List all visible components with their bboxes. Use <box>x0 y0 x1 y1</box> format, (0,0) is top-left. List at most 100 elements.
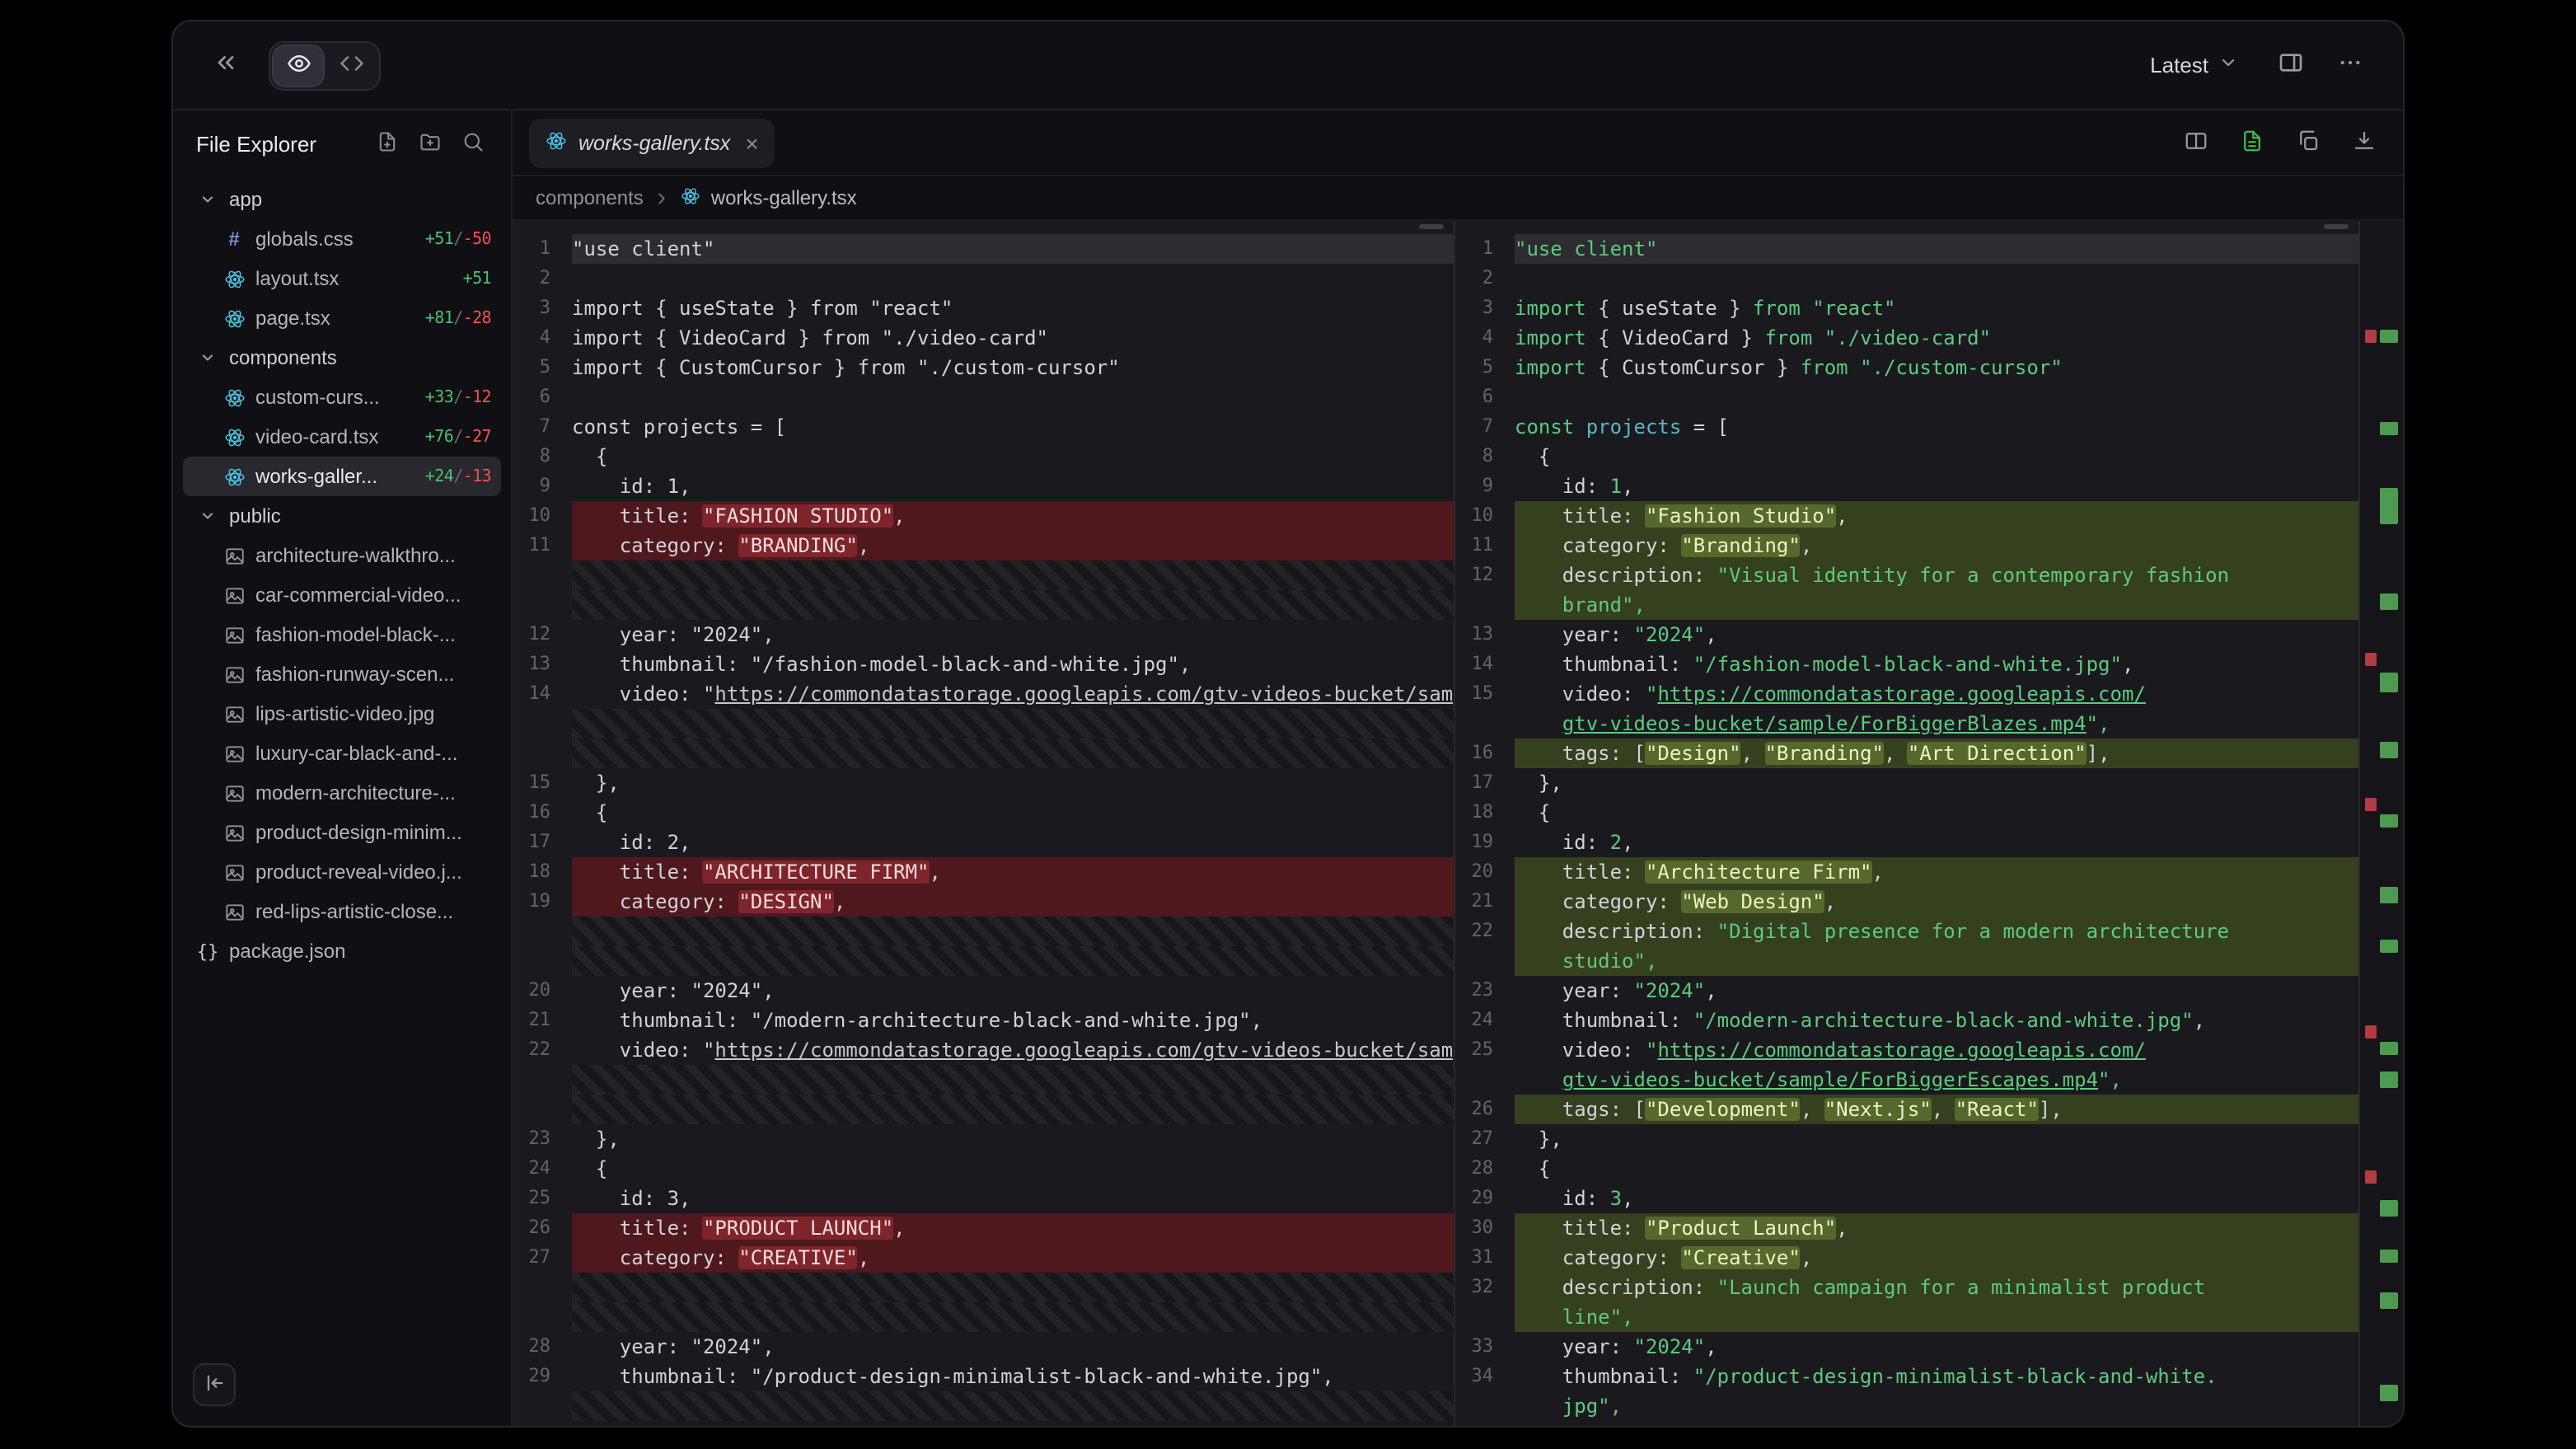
file-custom-curs[interactable]: custom-curs...+33/-12 <box>183 377 501 417</box>
panel-layout-button[interactable] <box>2268 42 2314 88</box>
line-number: 24 <box>513 1154 572 1184</box>
preview-mode-button[interactable] <box>274 45 323 85</box>
search-button[interactable] <box>455 125 491 162</box>
file-fashion-runway-scen[interactable]: fashion-runway-scen... <box>183 654 501 694</box>
collapse-panel-button[interactable] <box>203 42 249 88</box>
close-icon[interactable]: × <box>745 131 758 154</box>
breadcrumb-file[interactable]: works-gallery.tsx <box>711 186 857 209</box>
line-number: 18 <box>1455 798 1515 828</box>
file-fashion-model-black-[interactable]: fashion-model-black-... <box>183 615 501 654</box>
tab-label: works-gallery.tsx <box>578 131 730 154</box>
scrollbar-thumb[interactable] <box>1419 224 1444 229</box>
tree-item-label: works-galler... <box>255 465 415 488</box>
copy-button[interactable] <box>2284 120 2330 166</box>
tab-bar: works-gallery.tsx × <box>513 110 2403 176</box>
code-line: id: 1, <box>572 471 1454 501</box>
code-row: 4import { VideoCard } from "./video-card… <box>1455 323 2358 353</box>
file-works-galler[interactable]: works-galler... +24/-13 <box>183 457 501 496</box>
code-line: thumbnail: "/product-design-minimalist-b… <box>572 1362 1454 1391</box>
new-file-button[interactable] <box>369 125 405 162</box>
code-row: 23 }, <box>513 1124 1454 1154</box>
file-globals.css[interactable]: #globals.css+51/-50 <box>183 219 501 259</box>
line-number: 25 <box>513 1184 572 1213</box>
diff-gap-row <box>513 1391 1454 1421</box>
image-icon <box>222 861 246 883</box>
ellipsis-icon <box>2337 49 2363 81</box>
toolbar-right-group: Latest <box>2150 42 2373 88</box>
file-product-design-minim[interactable]: product-design-minim... <box>183 813 501 852</box>
file-architecture-walkthro[interactable]: architecture-walkthro... <box>183 536 501 575</box>
line-number <box>513 1273 572 1302</box>
react-icon <box>222 426 246 448</box>
code-row: 26 title: "PRODUCT LAUNCH", <box>513 1213 1454 1243</box>
folder-components[interactable]: components <box>183 338 501 377</box>
code-line: category: "Branding", <box>1515 531 2358 560</box>
file-product-reveal-video.j[interactable]: product-reveal-video.j... <box>183 852 501 892</box>
file-layout.tsx[interactable]: layout.tsx+51 <box>183 259 501 298</box>
diff-stats: +24/-13 <box>425 467 491 485</box>
code-line: id: 2, <box>1515 828 2358 857</box>
line-number: 10 <box>513 501 572 531</box>
app-window: Latest <box>171 20 2405 1428</box>
new-folder-button[interactable] <box>412 125 448 162</box>
code-line <box>572 1302 1454 1332</box>
code-row: 7const projects = [ <box>1455 412 2358 442</box>
chevron-down-icon <box>196 508 219 524</box>
more-options-button[interactable] <box>2327 42 2373 88</box>
breadcrumb-folder[interactable]: components <box>536 186 644 209</box>
file-car-commercial-video[interactable]: car-commercial-video... <box>183 575 501 615</box>
diff-modified-pane[interactable]: 1"use client"23import { useState } from … <box>1455 221 2360 1426</box>
code-row: 2 <box>513 264 1454 293</box>
image-icon <box>222 822 246 843</box>
hash-icon: # <box>222 227 246 251</box>
code-line <box>572 946 1454 976</box>
minimap[interactable] <box>2360 221 2403 1426</box>
folder-app[interactable]: app <box>183 180 501 219</box>
line-number: 23 <box>1455 976 1515 1006</box>
code-row: 13 thumbnail: "/fashion-model-black-and-… <box>513 649 1454 679</box>
line-number: 13 <box>513 649 572 679</box>
line-number: 27 <box>1455 1124 1515 1154</box>
diff-original-pane[interactable]: 1"use client"23import { useState } from … <box>513 221 1455 1426</box>
code-row: 1"use client" <box>1455 234 2358 264</box>
file-package.json[interactable]: {}package.json <box>183 931 501 971</box>
line-number: 28 <box>513 1332 572 1362</box>
code-line: const projects = [ <box>572 412 1454 442</box>
file-red-lips-artistic-close[interactable]: red-lips-artistic-close... <box>183 892 501 931</box>
code-row: 1"use client" <box>513 234 1454 264</box>
file-modern-architecture-[interactable]: modern-architecture-... <box>183 773 501 813</box>
line-number: 3 <box>513 293 572 323</box>
line-number: 31 <box>1455 1243 1515 1273</box>
line-number: 1 <box>513 234 572 264</box>
code-row: 24 thumbnail: "/modern-architecture-blac… <box>1455 1006 2358 1035</box>
code-mode-button[interactable] <box>326 45 376 85</box>
line-number: 29 <box>513 1362 572 1391</box>
line-number: 17 <box>513 828 572 857</box>
code-line: title: "PRODUCT LAUNCH", <box>572 1213 1454 1243</box>
folder-public[interactable]: public <box>183 496 501 536</box>
split-view-button[interactable] <box>2172 120 2218 166</box>
file-diff-button[interactable] <box>2228 120 2274 166</box>
tab-actions <box>2172 120 2386 166</box>
minimap-add-mark <box>2380 1042 2398 1055</box>
code-line: thumbnail: "/modern-architecture-black-a… <box>1515 1006 2358 1035</box>
code-row: 11 category: "BRANDING", <box>513 531 1454 560</box>
code-line <box>572 560 1454 590</box>
version-dropdown[interactable]: Latest <box>2150 53 2238 77</box>
download-icon <box>2351 128 2376 157</box>
file-page.tsx[interactable]: page.tsx+81/-28 <box>183 298 501 338</box>
eye-icon <box>286 50 311 80</box>
diff-stats: +33/-12 <box>425 388 491 406</box>
file-video-card.tsx[interactable]: video-card.tsx+76/-27 <box>183 417 501 457</box>
download-button[interactable] <box>2340 120 2386 166</box>
code-line: video: "https://commondatastorage.google… <box>572 1035 1454 1065</box>
scrollbar-thumb[interactable] <box>2324 224 2349 229</box>
line-number <box>513 1391 572 1421</box>
collapse-sidebar-button[interactable] <box>193 1363 236 1406</box>
tab-works-gallery[interactable]: works-gallery.tsx × <box>529 118 775 167</box>
code-line: year: "2024", <box>572 1332 1454 1362</box>
minimap-add-mark <box>2380 673 2398 692</box>
tree-item-label: video-card.tsx <box>255 425 415 448</box>
file-luxury-car-black-and-[interactable]: luxury-car-black-and-... <box>183 734 501 773</box>
file-lips-artistic-video.jpg[interactable]: lips-artistic-video.jpg <box>183 694 501 734</box>
